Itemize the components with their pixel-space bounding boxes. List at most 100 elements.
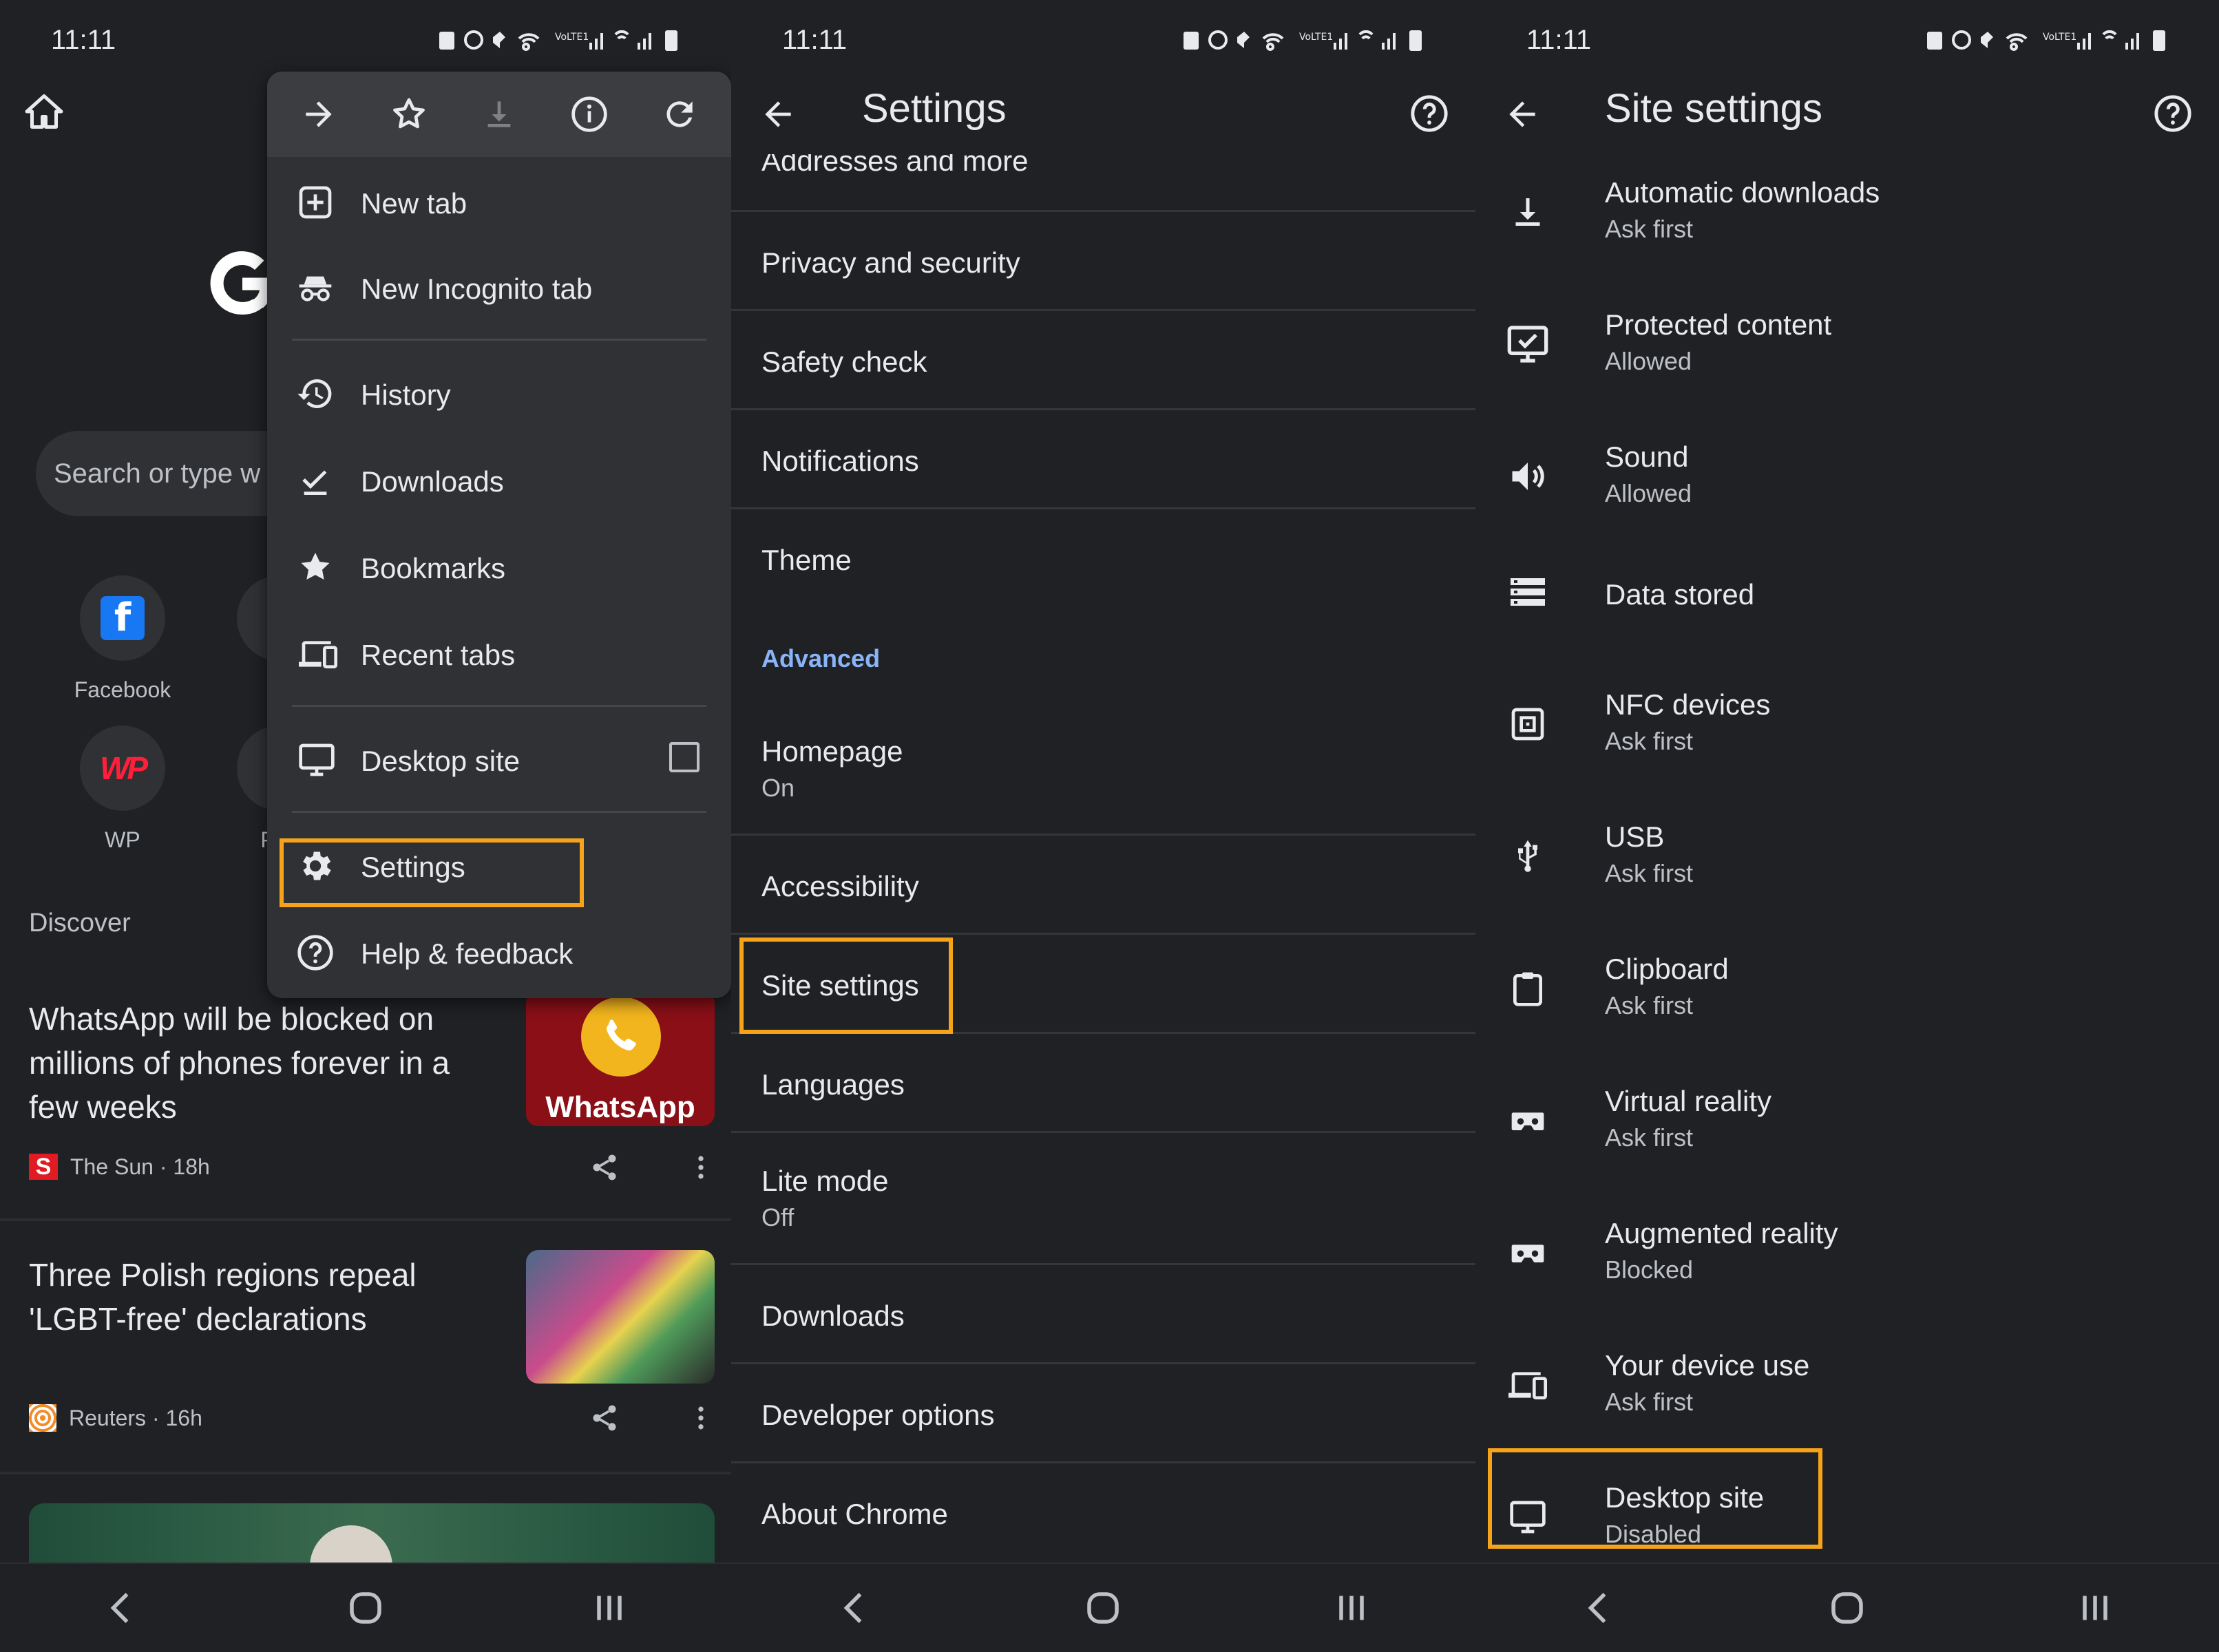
site-setting-data-stored[interactable]: Data stored (1475, 527, 2219, 659)
shortcut-facebook[interactable]: f Facebook (67, 575, 178, 703)
devices-icon (1507, 1366, 1548, 1404)
settings-item-label: About Chrome (761, 1498, 948, 1530)
site-setting-icon (1503, 452, 1553, 501)
status-bar: 11:11 (0, 0, 731, 83)
settings-item-languages[interactable]: Languages (731, 1034, 1475, 1133)
downloads-check-icon (296, 461, 335, 500)
shortcut-wp[interactable]: WP WP (67, 726, 178, 853)
monitor-icon (296, 741, 337, 779)
settings-item-lite-mode[interactable]: Lite mode Off (731, 1133, 1475, 1265)
devices-icon (296, 635, 340, 673)
article-card[interactable]: Three Polish regions repeal 'LGBT-free' … (0, 1247, 731, 1468)
divider (0, 1472, 731, 1474)
back-arrow-icon[interactable] (759, 95, 797, 134)
menu-separator (292, 705, 706, 707)
forward-icon[interactable] (299, 95, 338, 134)
menu-item-label: Desktop site (361, 745, 520, 777)
settings-item-summary: Off (761, 1203, 795, 1231)
site-setting-icon (1503, 567, 1553, 617)
back-arrow-icon[interactable] (1503, 95, 1542, 134)
nav-home-icon[interactable] (345, 1587, 386, 1629)
settings-item-label: Accessibility (761, 870, 919, 902)
settings-item-label: Languages (761, 1068, 905, 1101)
site-setting-usb[interactable]: USB Ask first (1475, 792, 2219, 924)
settings-item-privacy[interactable]: Privacy and security (731, 212, 1475, 311)
menu-item-new-tab[interactable]: New tab (267, 164, 731, 240)
settings-item-homepage[interactable]: Homepage On (731, 703, 1475, 836)
system-nav-bar (1475, 1563, 2219, 1652)
settings-item-about-chrome[interactable]: About Chrome (731, 1463, 1475, 1563)
nav-back-icon[interactable] (834, 1587, 876, 1629)
site-setting-status: Ask first (1605, 1123, 1694, 1152)
settings-item-label: Privacy and security (761, 246, 1020, 279)
site-setting-label: Augmented reality (1605, 1217, 1838, 1249)
facebook-icon: f (101, 596, 145, 640)
system-nav-bar (0, 1563, 731, 1652)
menu-item-recent-tabs[interactable]: Recent tabs (267, 615, 731, 691)
home-icon[interactable] (23, 91, 65, 132)
nav-home-icon[interactable] (1827, 1587, 1868, 1629)
menu-item-new-incognito-tab[interactable]: New Incognito tab (267, 249, 731, 325)
settings-item-accessibility[interactable]: Accessibility (731, 836, 1475, 935)
article-title: Three Polish regions repeal 'LGBT-free' … (29, 1257, 417, 1337)
nav-recents-icon[interactable] (589, 1587, 630, 1629)
star-icon[interactable] (390, 95, 428, 134)
menu-item-help-feedback[interactable]: Help & feedback (267, 914, 731, 990)
nav-back-icon[interactable] (1579, 1587, 1620, 1629)
site-setting-status: Blocked (1605, 1256, 1694, 1284)
whatsapp-logo-icon (581, 997, 661, 1077)
site-setting-virtual-reality[interactable]: Virtual reality Ask first (1475, 1056, 2219, 1188)
site-setting-icon (1503, 964, 1553, 1013)
info-icon[interactable] (570, 95, 609, 134)
settings-item-safety-check[interactable]: Safety check (731, 311, 1475, 410)
article-card[interactable]: WhatsApp will be blocked on millions of … (0, 991, 731, 1218)
nav-recents-icon[interactable] (2074, 1587, 2116, 1629)
settings-item-label: Homepage (761, 735, 903, 767)
download-icon[interactable] (480, 95, 518, 134)
download-icon (1507, 191, 1548, 233)
incognito-icon (296, 268, 335, 307)
app-bar: Site settings (1475, 72, 2219, 154)
help-icon[interactable] (2153, 94, 2193, 134)
menu-item-label: Help & feedback (361, 938, 574, 970)
status-indicators-icon (439, 26, 701, 54)
shortcut-label: WP (105, 827, 140, 852)
site-setting-automatic-downloads[interactable]: Automatic downloads Ask first (1475, 147, 2219, 279)
site-setting-status: Ask first (1605, 991, 1694, 1019)
menu-item-desktop-site[interactable]: Desktop site (267, 721, 731, 797)
site-setting-nfc-devices[interactable]: NFC devices Ask first (1475, 659, 2219, 792)
highlight-site-settings (739, 938, 953, 1034)
site-setting-augmented-reality[interactable]: Augmented reality Blocked (1475, 1188, 2219, 1320)
more-options-icon[interactable] (686, 1152, 716, 1183)
nav-recents-icon[interactable] (1331, 1587, 1372, 1629)
site-setting-your-device-use[interactable]: Your device use Ask first (1475, 1320, 2219, 1452)
site-setting-clipboard[interactable]: Clipboard Ask first (1475, 924, 2219, 1056)
site-setting-sound[interactable]: Sound Allowed (1475, 412, 2219, 544)
menu-separator (292, 339, 706, 341)
status-bar: 11:11 (1475, 0, 2219, 83)
nav-back-icon[interactable] (101, 1587, 143, 1629)
site-setting-protected-content[interactable]: Protected content Allowed (1475, 279, 2219, 412)
share-icon[interactable] (589, 1152, 620, 1183)
desktop-site-checkbox[interactable] (669, 742, 700, 772)
status-time: 11:11 (1526, 25, 1592, 55)
share-icon[interactable] (589, 1403, 620, 1433)
status-icons (1184, 26, 1445, 54)
system-nav-bar (731, 1563, 1475, 1652)
menu-item-downloads[interactable]: Downloads (267, 442, 731, 518)
menu-item-bookmarks[interactable]: Bookmarks (267, 529, 731, 604)
nav-home-icon[interactable] (1082, 1587, 1124, 1629)
settings-item-developer-options[interactable]: Developer options (731, 1364, 1475, 1463)
menu-item-history[interactable]: History (267, 355, 731, 431)
shortcut-label: Facebook (74, 677, 171, 702)
help-icon[interactable] (1409, 94, 1449, 134)
refresh-icon[interactable] (660, 95, 699, 134)
article-thumbnail: WhatsApp (526, 991, 715, 1126)
settings-item-notifications[interactable]: Notifications (731, 410, 1475, 509)
settings-item-downloads[interactable]: Downloads (731, 1265, 1475, 1364)
settings-item-theme[interactable]: Theme (731, 509, 1475, 608)
article-source: S The Sun · 18h (29, 1154, 210, 1180)
settings-item-label: Safety check (761, 346, 927, 378)
more-options-icon[interactable] (686, 1403, 716, 1433)
discover-heading: Discover (29, 909, 131, 938)
